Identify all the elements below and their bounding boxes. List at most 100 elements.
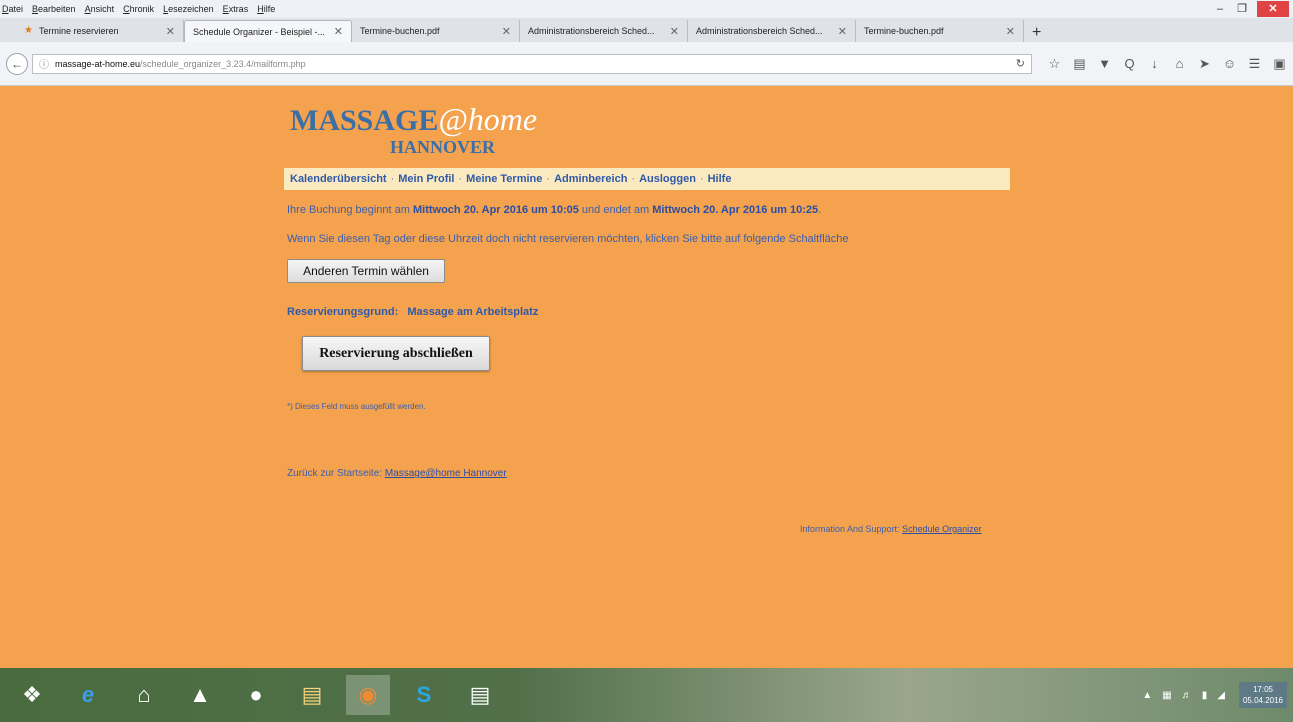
file-explorer-icon[interactable]: ▤: [290, 675, 334, 715]
tab-title: Administrationsbereich Sched...: [696, 26, 823, 36]
schedule-organizer-link[interactable]: Schedule Organizer: [902, 524, 982, 534]
internet-explorer-icon[interactable]: e: [66, 675, 110, 715]
tray-arrow-icon[interactable]: ▲: [1142, 690, 1152, 701]
tab-termine-reservieren[interactable]: ★ Termine reservieren ✕: [16, 20, 184, 42]
menu-ansicht[interactable]: Ansicht: [85, 4, 115, 14]
menu-datei[interactable]: Datei: [2, 4, 23, 14]
booking-start: Mittwoch 20. Apr 2016 um 10:05: [412, 204, 579, 216]
windows-taskbar: ❖ e ⌂ ▲ ● ▤ ◉ S ▤ ▲ ▦ ♬ ▮ ◢ 17:05 05.04.…: [0, 668, 1293, 722]
signal-icon[interactable]: ◢: [1217, 690, 1225, 701]
tab-termine-buchen-pdf[interactable]: Termine-buchen.pdf ✕: [352, 20, 520, 42]
bookmark-star-icon[interactable]: ☆: [1042, 56, 1067, 72]
tab-title: Termine-buchen.pdf: [360, 26, 440, 36]
restore-icon[interactable]: ❐: [1231, 2, 1253, 16]
tab-title: Termine reservieren: [39, 26, 119, 36]
logo-wordmark: MASSAGE@home: [290, 101, 540, 138]
menu-bearbeiten[interactable]: Bearbeiten: [32, 4, 76, 14]
extension-icon[interactable]: ▣: [1267, 56, 1292, 72]
favicon-icon: ★: [24, 25, 33, 36]
menu-hamburger-icon[interactable]: ☰: [1242, 56, 1267, 72]
nav-mein-profil[interactable]: Mein Profil: [398, 173, 454, 185]
tab-schedule-organizer[interactable]: Schedule Organizer - Beispiel -... ✕: [184, 20, 352, 42]
tab-close-icon[interactable]: ✕: [838, 25, 847, 38]
site-navigation: Kalenderübersicht · Mein Profil · Meine Te…: [284, 168, 1010, 190]
menu-extras[interactable]: Extras: [223, 4, 249, 14]
logo-massage: MASSAGE: [290, 104, 439, 137]
tab-close-icon[interactable]: ✕: [670, 25, 679, 38]
logo-city: HANNOVER: [390, 137, 496, 157]
choose-other-date-button[interactable]: Anderen Termin wählen: [287, 259, 445, 283]
tab-title: Schedule Organizer - Beispiel -...: [193, 26, 326, 37]
volume-icon[interactable]: ♬: [1182, 690, 1192, 701]
required-field-note: *) Dieses Feld muss ausgefüllt werden.: [287, 402, 426, 411]
info-icon[interactable]: ⓘ: [39, 56, 49, 71]
reason-label: Reservierungsgrund:: [287, 306, 399, 318]
menu-lesezeichen[interactable]: Lesezeichen: [163, 4, 214, 14]
home-icon[interactable]: ⌂: [1167, 56, 1192, 71]
window-controls: – ❐ ✕: [1209, 0, 1289, 18]
search-q-icon[interactable]: Q: [1117, 56, 1142, 71]
complete-reservation-button[interactable]: Reservierung abschließen: [302, 336, 490, 371]
url-path: /schedule_organizer_3.23.4/mailform.php: [140, 58, 306, 69]
booking-summary: Ihre Buchung beginnt am Mittwoch 20. Apr…: [287, 204, 821, 216]
tab-close-icon[interactable]: ✕: [1006, 25, 1015, 38]
documents-icon[interactable]: ▤: [458, 675, 502, 715]
reading-list-icon[interactable]: ▤: [1067, 56, 1092, 72]
tab-title: Termine-buchen.pdf: [864, 26, 944, 36]
reload-icon[interactable]: ↻: [1016, 57, 1025, 70]
close-window-icon[interactable]: ✕: [1257, 1, 1289, 17]
clock[interactable]: 17:05 05.04.2016: [1238, 682, 1287, 708]
site-logo[interactable]: MASSAGE@home HANNOVER: [290, 101, 540, 161]
minimize-icon[interactable]: –: [1209, 2, 1231, 16]
battery-icon[interactable]: ▮: [1202, 690, 1208, 701]
menu-hilfe[interactable]: Hilfe: [257, 4, 275, 14]
chat-icon[interactable]: ☺: [1217, 56, 1242, 71]
page-content: MASSAGE@home HANNOVER Kalenderübersicht ·…: [0, 86, 1293, 668]
menu-chronik[interactable]: Chronik: [123, 4, 154, 14]
skype-icon[interactable]: S: [402, 675, 446, 715]
tab-bar: ★ Termine reservieren ✕ Schedule Organiz…: [0, 18, 1293, 42]
booking-middle: und endet am: [581, 204, 650, 216]
reason-value: Massage am Arbeitsplatz: [407, 306, 539, 318]
booking-end: Mittwoch 20. Apr 2016 um 10:25: [652, 204, 819, 216]
tab-administrationsbereich-2[interactable]: Administrationsbereich Sched... ✕: [688, 20, 856, 42]
home-taskbar-icon[interactable]: ⌂: [122, 675, 166, 715]
tab-administrationsbereich-1[interactable]: Administrationsbereich Sched... ✕: [520, 20, 688, 42]
nav-adminbereich[interactable]: Adminbereich: [554, 173, 627, 185]
download-icon[interactable]: ↓: [1142, 56, 1167, 71]
browser-app-icon[interactable]: ●: [234, 675, 278, 715]
logo-at: @: [438, 101, 468, 137]
photos-icon[interactable]: ▲: [178, 675, 222, 715]
send-icon[interactable]: ➤: [1192, 56, 1217, 72]
booking-suffix: .: [818, 204, 822, 216]
address-bar[interactable]: ⓘ massage-at-home.eu /schedule_organizer…: [32, 53, 1032, 74]
logo-home: home: [467, 101, 538, 137]
nav-meine-termine[interactable]: Meine Termine: [466, 173, 542, 185]
nav-kalenderuebersicht[interactable]: Kalenderübersicht: [290, 173, 387, 185]
support-info: Information And Support: Schedule Organi…: [800, 524, 982, 534]
nav-hilfe[interactable]: Hilfe: [708, 173, 732, 185]
network-icon[interactable]: ▦: [1162, 690, 1171, 701]
support-label: Information And Support:: [800, 524, 900, 534]
back-arrow-icon[interactable]: ←: [6, 52, 28, 75]
change-instructions: Wenn Sie diesen Tag oder diese Uhrzeit d…: [287, 233, 849, 245]
back-to-home: Zurück zur Startseite: Massage@home Hann…: [287, 468, 507, 479]
navigation-bar: ← ⓘ massage-at-home.eu /schedule_organiz…: [0, 42, 1293, 86]
booking-prefix: Ihre Buchung beginnt am: [287, 204, 410, 216]
tab-close-icon[interactable]: ✕: [334, 25, 343, 38]
tab-close-icon[interactable]: ✕: [502, 25, 511, 38]
clock-date: 05.04.2016: [1242, 696, 1283, 705]
nav-ausloggen[interactable]: Ausloggen: [639, 173, 696, 185]
back-label: Zurück zur Startseite:: [287, 468, 383, 479]
tab-termine-buchen-pdf-2[interactable]: Termine-buchen.pdf ✕: [856, 20, 1024, 42]
home-link[interactable]: Massage@home Hannover: [385, 468, 507, 479]
tab-close-icon[interactable]: ✕: [166, 25, 175, 38]
pocket-icon[interactable]: ▼: [1092, 56, 1117, 71]
windows-start-icon[interactable]: ❖: [10, 675, 54, 715]
tab-title: Administrationsbereich Sched...: [528, 26, 655, 36]
reservation-reason: Reservierungsgrund: Massage am Arbeitspl…: [287, 306, 538, 318]
new-tab-icon[interactable]: +: [1032, 24, 1048, 42]
firefox-icon[interactable]: ◉: [346, 675, 390, 715]
clock-time: 17:05: [1252, 685, 1273, 694]
toolbar: ☆ ▤ ▼ Q ↓ ⌂ ➤ ☺ ☰ ▣: [1042, 56, 1292, 72]
